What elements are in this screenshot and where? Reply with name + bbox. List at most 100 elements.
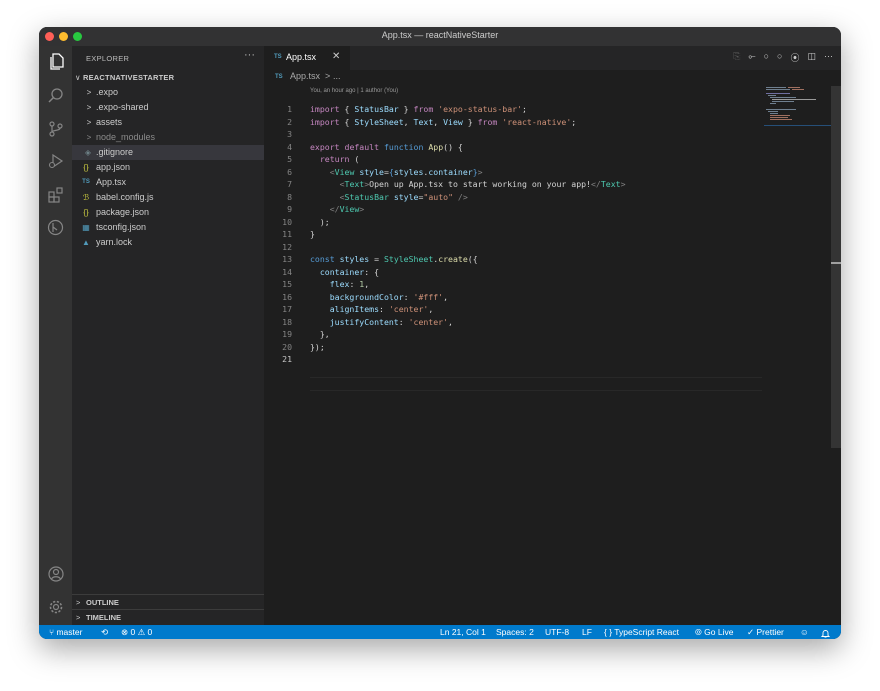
code-line[interactable]: 16 backgroundColor: '#fff', — [264, 291, 764, 304]
tree-item-label: package.json — [96, 207, 150, 217]
code-token: container — [319, 266, 365, 277]
code-line[interactable]: 3 — [264, 128, 764, 141]
code-line[interactable]: 12 — [264, 241, 764, 254]
code-line[interactable]: 8 <StatusBar style="auto" /> — [264, 191, 764, 204]
settings-gear-icon[interactable] — [46, 597, 65, 616]
go-live-button[interactable]: ⦾ Go Live — [695, 625, 733, 639]
code-token: Open up App.tsx to start working on your… — [369, 179, 591, 189]
tree-item-package-json[interactable]: {} package.json — [72, 205, 264, 220]
line-number: 9 — [287, 204, 292, 214]
next-revision-icon[interactable]: ○ — [777, 51, 782, 65]
code-token: ( — [349, 154, 360, 164]
commit-icon[interactable]: ○ — [764, 51, 769, 65]
code-line[interactable]: 13 const styles = StyleSheet.create({ — [264, 253, 764, 266]
code-line[interactable]: 15 flex: 1, — [264, 278, 764, 291]
codelens-blame[interactable]: You, an hour ago | 1 author (You) — [310, 88, 398, 94]
tree-item-yarn-lock[interactable]: ▲ yarn.lock — [72, 235, 264, 250]
tree-item-assets[interactable]: > assets — [72, 115, 264, 130]
code-line[interactable]: 21 — [264, 353, 764, 366]
code-token: const — [310, 254, 335, 264]
code-line[interactable]: 2 import { StyleSheet, Text, View } from … — [264, 116, 764, 129]
cursor-position[interactable]: Ln 21, Col 1 — [440, 625, 486, 639]
code-token: , — [428, 304, 434, 314]
code-text: }, — [310, 328, 330, 341]
code-token: ({ — [467, 254, 478, 264]
code-line[interactable]: 17 alignItems: 'center', — [264, 303, 764, 316]
scrollbar-thumb[interactable] — [831, 86, 841, 448]
timeline-section-header[interactable]: > TIMELINE — [72, 609, 264, 625]
tree-item-label: babel.config.js — [96, 192, 154, 202]
gitlens-icon[interactable] — [46, 218, 65, 237]
eol-setting[interactable]: LF — [582, 625, 592, 639]
tree-item-app-json[interactable]: {} app.json — [72, 160, 264, 175]
more-actions-icon[interactable]: ··· — [824, 51, 833, 65]
search-icon[interactable] — [46, 86, 65, 105]
code-token: { — [339, 104, 355, 114]
code-token: > — [477, 166, 483, 177]
chevron-down-icon: ∨ — [75, 73, 83, 82]
feedback-icon[interactable]: ☺ — [800, 625, 809, 639]
chevron-right-icon: > — [86, 88, 92, 97]
code-line[interactable]: 11} — [264, 228, 764, 241]
gitlens-action-icon[interactable]: ⦿ — [790, 51, 799, 65]
tree-item-gitignore[interactable]: ◈ .gitignore — [72, 145, 264, 160]
code-line[interactable]: 4 export default function App() { — [264, 141, 764, 154]
sync-icon[interactable]: ⟲ — [101, 625, 108, 639]
code-token: function — [383, 141, 424, 152]
prettier-status[interactable]: ✓ Prettier — [747, 625, 784, 639]
account-icon[interactable] — [46, 564, 65, 583]
code-line[interactable]: 7 <Text>Open up App.tsx to start working… — [264, 178, 764, 191]
split-editor-icon[interactable]: ◫ — [807, 51, 816, 65]
tree-item-node-modules[interactable]: > node_modules — [72, 130, 264, 145]
code-line[interactable]: 9 </View> — [264, 203, 764, 216]
tree-item-tsconfig[interactable]: ▦ tsconfig.json — [72, 220, 264, 235]
code-line[interactable]: 14 container: { — [264, 266, 764, 279]
run-debug-icon[interactable] — [46, 151, 65, 170]
extensions-icon[interactable] — [46, 185, 65, 204]
minimap[interactable] — [764, 86, 832, 126]
breadcrumb-symbol[interactable]: ... — [333, 71, 341, 81]
tree-item-app-tsx[interactable]: TS App.tsx — [72, 175, 264, 190]
explorer-more-actions-button[interactable]: ··· — [244, 49, 255, 61]
code-editor[interactable]: You, an hour ago | 1 author (You) 1 impor… — [264, 86, 841, 625]
code-token: } — [310, 229, 315, 239]
code-line[interactable]: 19 }, — [264, 328, 764, 341]
line-number: 18 — [282, 316, 292, 327]
tree-item-expo[interactable]: > .expo — [72, 85, 264, 100]
close-tab-icon[interactable]: ✕ — [332, 51, 340, 62]
tree-item-label: .gitignore — [96, 147, 134, 157]
code-line[interactable]: 5 return ( — [264, 153, 764, 166]
branch-indicator[interactable]: ⑂ master — [49, 625, 82, 639]
code-token: > — [359, 204, 365, 214]
json-file-icon: {} — [83, 208, 89, 217]
tree-item-expo-shared[interactable]: > .expo-shared — [72, 100, 264, 115]
breadcrumb-file[interactable]: App.tsx — [290, 71, 320, 81]
language-mode[interactable]: { } TypeScript React — [604, 625, 679, 639]
outline-section-header[interactable]: > OUTLINE — [72, 594, 264, 610]
code-token: }); — [310, 341, 325, 352]
open-changes-icon[interactable]: ⎘ — [733, 51, 740, 65]
source-control-icon[interactable] — [46, 119, 65, 138]
previous-revision-icon[interactable]: ⟜ — [748, 51, 755, 65]
line-number: 4 — [287, 141, 292, 152]
workspace-folder-header[interactable]: ∨ REACTNATIVESTARTER — [75, 73, 174, 82]
files-icon[interactable] — [46, 52, 65, 71]
code-line[interactable]: 6 <View style={styles.container}> — [264, 166, 764, 179]
code-line[interactable]: 20}); — [264, 341, 764, 354]
line-number: 6 — [287, 166, 292, 177]
code-line[interactable]: 1 import { StatusBar } from 'expo-status-… — [264, 103, 764, 116]
notifications-bell-icon[interactable] — [820, 628, 831, 639]
code-line[interactable]: 18 justifyContent: 'center', — [264, 316, 764, 329]
editor-scrollbar[interactable] — [831, 86, 841, 625]
code-token: : — [403, 291, 414, 302]
editor-tabs: TS App.tsx ✕ ⎘ ⟜ ○ ○ ⦿ ◫ ··· — [264, 46, 841, 70]
indentation-setting[interactable]: Spaces: 2 — [496, 625, 534, 639]
code-token: backgroundColor — [329, 291, 404, 302]
problems-indicator[interactable]: ⊗ 0 ⚠ 0 — [121, 625, 152, 639]
code-line[interactable]: 10 ); — [264, 216, 764, 229]
encoding-setting[interactable]: UTF-8 — [545, 625, 569, 639]
tab-app-tsx[interactable]: TS App.tsx ✕ — [264, 46, 350, 70]
code-text: <StatusBar style="auto" /> — [310, 191, 468, 204]
tree-item-babel-config[interactable]: ℬ babel.config.js — [72, 190, 264, 205]
